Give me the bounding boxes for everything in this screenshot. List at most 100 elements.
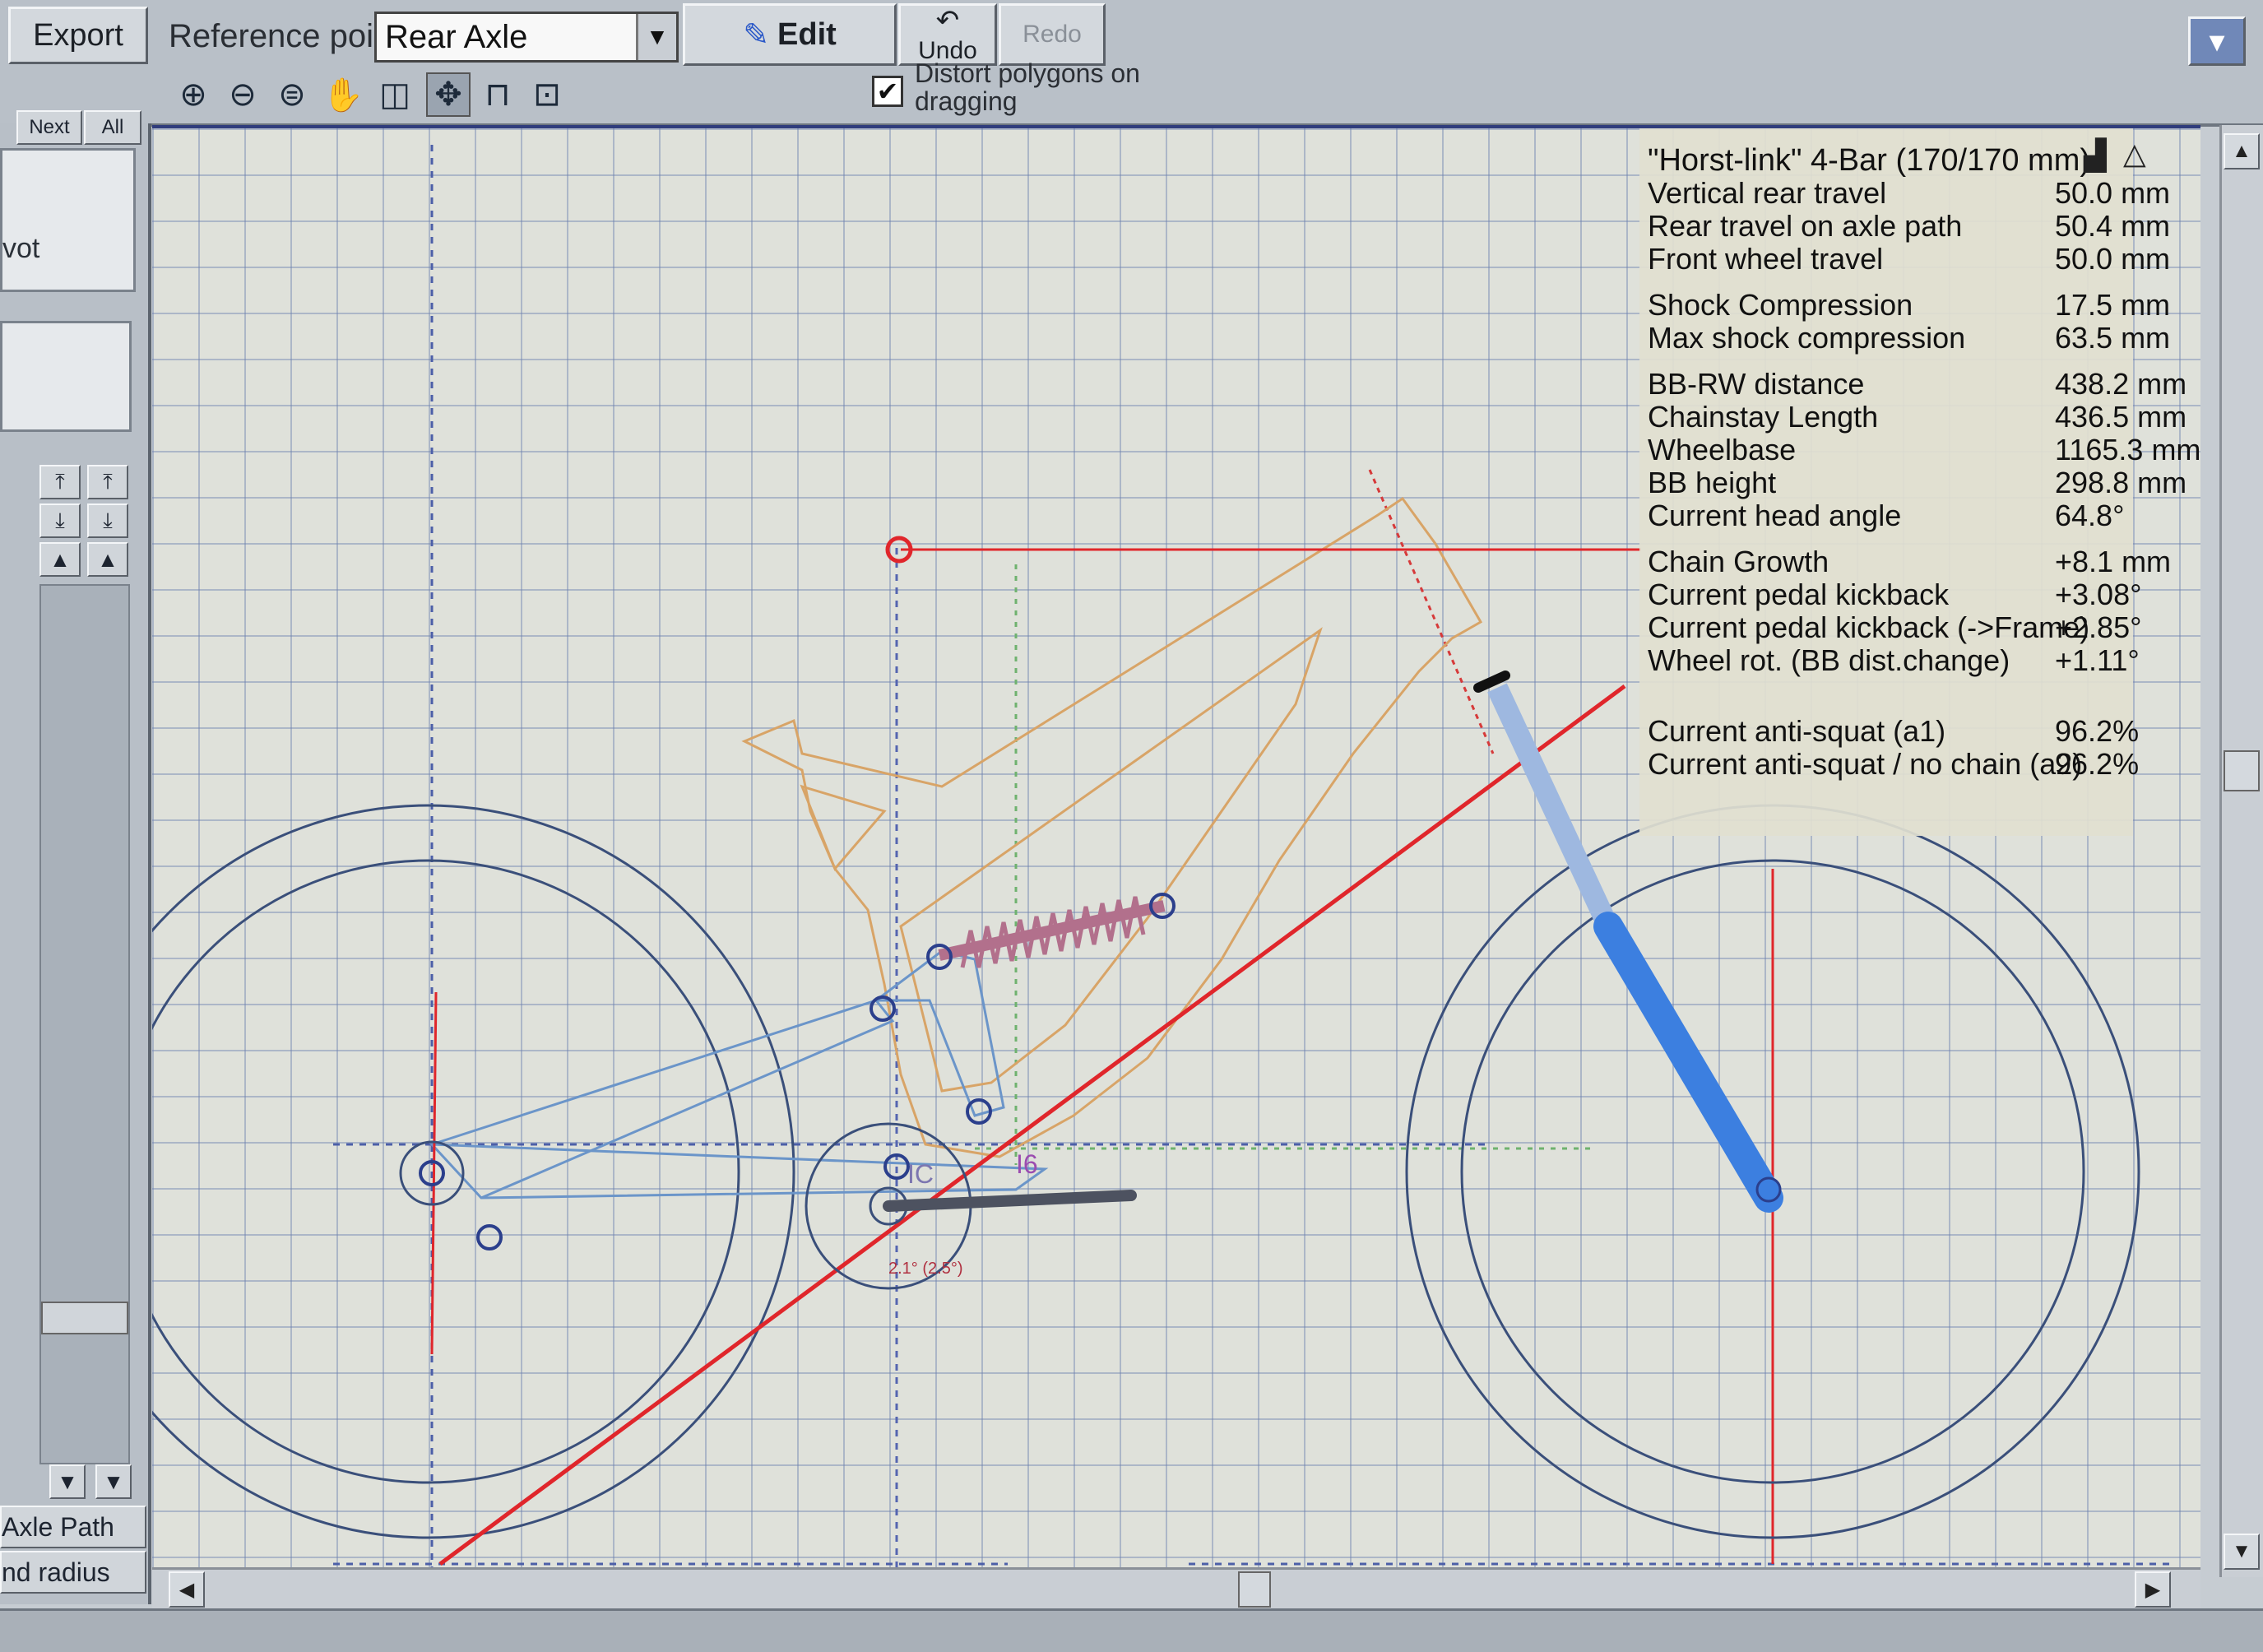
options-box[interactable] <box>0 321 132 432</box>
horizontal-scroll-thumb[interactable] <box>1238 1571 1271 1608</box>
left-scrollbar[interactable] <box>39 584 130 1464</box>
frame-outline <box>741 496 1483 1158</box>
front-axle-point <box>1755 1176 1782 1203</box>
info-row-value: 50.4 mm <box>2055 209 2171 243</box>
split-view-icon[interactable]: ◫ <box>374 74 415 115</box>
info-row: Wheelbase 1165.3 mm <box>1648 433 2200 466</box>
info-row-label: Shock Compression <box>1648 288 1913 322</box>
fork-lower <box>1593 912 1783 1213</box>
distort-polygons-checkbox[interactable]: ✔ <box>872 76 903 107</box>
export-label: Export <box>33 17 123 53</box>
rear-tire <box>152 804 795 1539</box>
collapse-icon[interactable]: △ <box>2123 137 2156 170</box>
info-row-label: Chain Growth <box>1648 545 1829 578</box>
tab-all[interactable]: All <box>84 110 141 145</box>
zoom-fit-icon[interactable]: ⊜ <box>271 74 313 115</box>
move-down-alt-button[interactable]: ▼ <box>95 1464 132 1499</box>
move-up-button[interactable]: ▲ <box>39 542 81 577</box>
pointer-icon[interactable]: ⊡ <box>526 74 568 115</box>
move-bottom-alt-button[interactable]: ⤓ <box>87 503 128 538</box>
info-row-value: 96.2% <box>2055 714 2140 748</box>
distort-label-line2: dragging <box>915 86 1018 116</box>
move-icon[interactable]: ✥ <box>426 72 471 117</box>
chevron-down-icon[interactable]: ▼ <box>636 14 676 60</box>
info-row-label: Vertical rear travel <box>1648 176 1887 210</box>
info-row-label: Current anti-squat / no chain (a2) <box>1648 747 2083 781</box>
vertical-scrollbar[interactable]: ▲ ▼ <box>2219 125 2263 1577</box>
vertical-scroll-thumb[interactable] <box>2224 750 2260 791</box>
info-row-value: 64.8° <box>2055 499 2125 532</box>
info-row-value: +1.11° <box>2055 643 2140 677</box>
drawing-canvas[interactable]: IC I6 2.1° (2.5°) "Horst-link" 4-Bar (17… <box>152 125 2200 1580</box>
info-row-value: +2.85° <box>2055 610 2142 644</box>
move-down-button[interactable]: ▼ <box>49 1464 86 1499</box>
reference-point-value: Rear Axle <box>385 18 528 55</box>
info-row: Vertical rear travel 50.0 mm <box>1648 176 2170 210</box>
left-panel: Next All vot ⤒ ⤒ ⤓ ⤓ ▲ ▲ ▼ ▼ Axle Path n… <box>0 110 151 1604</box>
zoom-in-icon[interactable]: ⊕ <box>173 74 214 115</box>
move-up-alt-button[interactable]: ▲ <box>87 542 128 577</box>
info-panel: "Horst-link" 4-Bar (170/170 mm) ▟ △ Vert… <box>1639 128 2200 836</box>
info-row: Rear travel on axle path 50.4 mm <box>1648 209 2170 243</box>
info-panel-title: "Horst-link" 4-Bar (170/170 mm) <box>1648 143 2091 178</box>
info-row-label: Current anti-squat (a1) <box>1648 714 1946 748</box>
info-row: Current pedal kickback +3.08° <box>1648 578 2142 611</box>
frame-gusset <box>800 784 887 871</box>
undo-icon: ↶ <box>935 5 960 36</box>
info-row-value: 50.0 mm <box>2055 242 2171 276</box>
axle-path-button[interactable]: Axle Path <box>0 1506 146 1548</box>
end-radius-button[interactable]: nd radius <box>0 1551 146 1594</box>
redo-label: Redo <box>1023 21 1082 48</box>
info-row: Current head angle 64.8° <box>1648 499 2133 532</box>
frame-inner-cutout <box>899 627 1323 1093</box>
info-row-label: Front wheel travel <box>1648 242 1884 276</box>
edit-button[interactable]: ✎ Edit <box>683 3 897 66</box>
info-row-label: Wheel rot. (BB dist.change) <box>1648 643 2010 677</box>
measure-icon[interactable]: ⊓ <box>477 74 518 115</box>
info-row-label: Current pedal kickback <box>1648 578 1950 611</box>
export-button[interactable]: Export <box>8 7 148 64</box>
edit-label: Edit <box>777 16 837 52</box>
window-menu-button[interactable]: ▾ <box>2188 16 2246 66</box>
info-row-label: Chainstay Length <box>1648 400 1879 434</box>
scroll-down-arrow[interactable]: ▼ <box>2224 1534 2260 1570</box>
left-scroll-thumb[interactable] <box>41 1302 128 1334</box>
info-row: BB height 298.8 mm <box>1648 466 2186 499</box>
info-row-value: 50.0 mm <box>2055 176 2171 210</box>
info-row-value: 436.5 mm <box>2055 400 2187 434</box>
scroll-left-arrow[interactable]: ◀ <box>169 1571 205 1608</box>
horst-pivot <box>476 1224 503 1251</box>
move-top-alt-button[interactable]: ⤒ <box>87 465 128 499</box>
undo-button[interactable]: ↶ Undo <box>898 3 997 66</box>
info-row: Chainstay Length 436.5 mm <box>1648 400 2186 434</box>
chainring-angle-label: 2.1° (2.5°) <box>888 1260 962 1278</box>
pencil-icon: ✎ <box>743 17 770 53</box>
tab-next-label: Next <box>29 116 70 138</box>
info-row-value: 17.5 mm <box>2055 288 2171 322</box>
horizontal-scrollbar[interactable]: ◀ ▶ <box>152 1567 2200 1611</box>
layout-icon[interactable]: ▟ <box>2084 138 2117 172</box>
zoom-out-icon[interactable]: ⊖ <box>222 74 263 115</box>
move-top-button[interactable]: ⤒ <box>39 465 81 499</box>
axle-path-label: Axle Path <box>2 1511 114 1542</box>
i6-label: I6 <box>1016 1149 1038 1179</box>
anti-squat-line <box>438 684 1626 1566</box>
move-bottom-button[interactable]: ⤓ <box>39 503 81 538</box>
pivot-list-text: vot <box>2 233 40 264</box>
redo-button[interactable]: Redo <box>999 3 1106 66</box>
info-row-value: +8.1 mm <box>2055 545 2172 578</box>
toolbar: Export Reference point Rear Axle ▼ ✎ Edi… <box>0 0 2263 127</box>
info-row: Current pedal kickback (->Frame) +2.85° <box>1648 610 2142 644</box>
pivot-list[interactable]: vot <box>0 148 136 292</box>
tab-next[interactable]: Next <box>16 110 82 145</box>
distort-polygons-label: Distort polygons on dragging <box>915 59 1140 115</box>
info-row-value: 438.2 mm <box>2055 367 2187 401</box>
info-row-value: 298.8 mm <box>2055 466 2187 499</box>
hand-pan-icon[interactable]: ✋ <box>322 74 364 115</box>
distort-label-line1: Distort polygons on <box>915 58 1140 88</box>
scroll-up-arrow[interactable]: ▲ <box>2224 133 2260 169</box>
check-icon: ✔ <box>876 77 899 106</box>
info-row: Shock Compression 17.5 mm <box>1648 288 2170 322</box>
reference-point-select[interactable]: Rear Axle ▼ <box>374 12 679 63</box>
scroll-right-arrow[interactable]: ▶ <box>2135 1571 2171 1608</box>
